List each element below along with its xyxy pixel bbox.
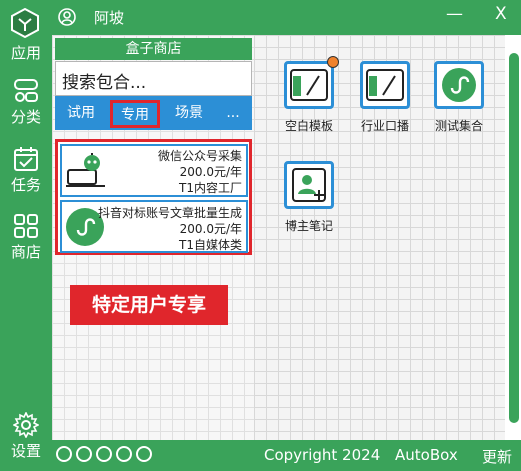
footer: Copyright 2024 AutoBox 更新 <box>52 440 521 471</box>
store-title: 盒子商店 <box>55 38 252 60</box>
sidebar: 应用 分类 任务 商店 设置 <box>0 0 52 471</box>
store-item-list: 微信公众号采集 200.0元/年 T1内容工厂 抖音对标账号文章批量生成 200… <box>55 139 252 255</box>
item-name: 微信公众号采集 <box>157 149 242 163</box>
category-icon <box>14 79 38 102</box>
test-collection-icon <box>442 68 476 102</box>
copyright-text: Copyright 2024 <box>264 446 381 464</box>
sidebar-item-category[interactable]: 分类 <box>0 78 52 127</box>
minimize-button[interactable]: — <box>446 4 463 24</box>
page-dot[interactable] <box>56 446 72 462</box>
sidebar-item-settings[interactable]: 设置 <box>0 412 52 461</box>
sidebar-item-label: 应用 <box>10 44 41 62</box>
sidebar-item-tasks[interactable]: 任务 <box>0 146 52 195</box>
update-button[interactable]: 更新 <box>482 446 512 467</box>
tab-exclusive[interactable]: 专用 <box>110 100 160 128</box>
sidebar-item-label: 商店 <box>10 243 41 261</box>
sidebar-item-label: 分类 <box>10 108 41 126</box>
blogger-notes-icon <box>292 168 326 202</box>
blank-template-icon <box>290 69 328 101</box>
sidebar-item-store[interactable]: 商店 <box>0 213 52 262</box>
main-content: 盒子商店 搜索包合... 试用 专用 场景 ... 微信公众号采集 200.0元… <box>52 35 521 440</box>
grid-store-icon <box>14 214 38 238</box>
title-bar: 阿坡 — X <box>52 0 521 35</box>
sidebar-item-label: 任务 <box>10 176 41 194</box>
app-tile-test-collection[interactable] <box>434 61 484 109</box>
calendar-check-icon <box>14 147 38 171</box>
app-label: 测试集合 <box>434 119 483 133</box>
search-input[interactable]: 搜索包合... <box>55 61 252 96</box>
item-price: 200.0元/年 <box>179 222 242 236</box>
vertical-scrollbar[interactable] <box>509 53 519 423</box>
app-logo-icon <box>11 8 39 38</box>
app-grid: 空白模板 行业口播 测试集合 博主笔记 <box>254 35 505 440</box>
industry-broadcast-icon <box>366 69 404 101</box>
store-panel: 盒子商店 搜索包合... 试用 专用 场景 ... 微信公众号采集 200.0元… <box>52 35 254 440</box>
store-tabs: 试用 专用 场景 ... <box>55 96 252 130</box>
app-label: 行业口播 <box>360 119 409 133</box>
list-item[interactable]: 微信公众号采集 200.0元/年 T1内容工厂 <box>60 144 248 197</box>
tab-trial[interactable]: 试用 <box>59 101 103 127</box>
user-icon[interactable] <box>58 8 76 26</box>
item-category: T1内容工厂 <box>179 181 242 195</box>
app-tile-blogger-notes[interactable] <box>284 161 334 209</box>
notification-dot <box>327 56 339 68</box>
sidebar-item-apps[interactable]: 应用 <box>0 42 52 63</box>
list-item[interactable]: 抖音对标账号文章批量生成 200.0元/年 T1自媒体类 <box>60 200 248 253</box>
item-name: 抖音对标账号文章批量生成 <box>97 206 242 220</box>
exclusive-promo-banner: 特定用户专享 <box>70 285 228 325</box>
tab-scene[interactable]: 场景 <box>167 101 211 127</box>
item-category: T1自媒体类 <box>179 238 242 252</box>
page-dot[interactable] <box>136 446 152 462</box>
app-tile-blank-template[interactable] <box>284 56 339 109</box>
sidebar-item-label: 设置 <box>10 442 41 460</box>
page-dot[interactable] <box>116 446 132 462</box>
robot-laptop-icon <box>66 153 105 187</box>
tab-more[interactable]: ... <box>219 101 247 127</box>
username: 阿坡 <box>94 9 125 27</box>
gear-icon <box>13 412 39 438</box>
app-tile-industry-broadcast[interactable] <box>360 61 410 109</box>
page-dot[interactable] <box>76 446 92 462</box>
brand-text: AutoBox <box>395 446 458 464</box>
item-price: 200.0元/年 <box>179 165 242 179</box>
page-dot[interactable] <box>96 446 112 462</box>
close-button[interactable]: X <box>495 4 507 24</box>
app-label: 博主笔记 <box>284 219 333 233</box>
app-label: 空白模板 <box>284 119 333 133</box>
